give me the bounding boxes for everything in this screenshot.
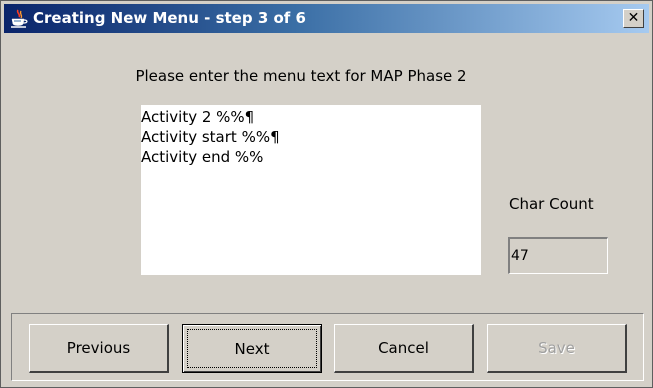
cancel-button[interactable]: Cancel (334, 324, 474, 373)
close-button[interactable]: ✕ (623, 9, 644, 28)
save-button-label: Save (538, 339, 575, 357)
menu-text-area[interactable] (141, 105, 481, 275)
dialog-window: Creating New Menu - step 3 of 6 ✕ Please… (0, 0, 653, 388)
close-icon: ✕ (627, 10, 640, 26)
previous-button-label: Previous (66, 339, 131, 357)
button-panel: Previous Next Cancel Save (11, 313, 644, 381)
java-coffee-icon (11, 9, 28, 28)
cancel-button-label: Cancel (378, 339, 429, 357)
window-title: Creating New Menu - step 3 of 6 (33, 9, 306, 27)
save-button[interactable]: Save (487, 324, 627, 373)
previous-button[interactable]: Previous (29, 324, 169, 373)
next-button-label: Next (234, 339, 270, 358)
next-button[interactable]: Next (182, 324, 322, 373)
char-count-field (508, 237, 608, 274)
instruction-label: Please enter the menu text for MAP Phase… (135, 67, 467, 85)
title-bar[interactable]: Creating New Menu - step 3 of 6 ✕ (4, 4, 649, 33)
char-count-label: Char Count (509, 195, 594, 213)
